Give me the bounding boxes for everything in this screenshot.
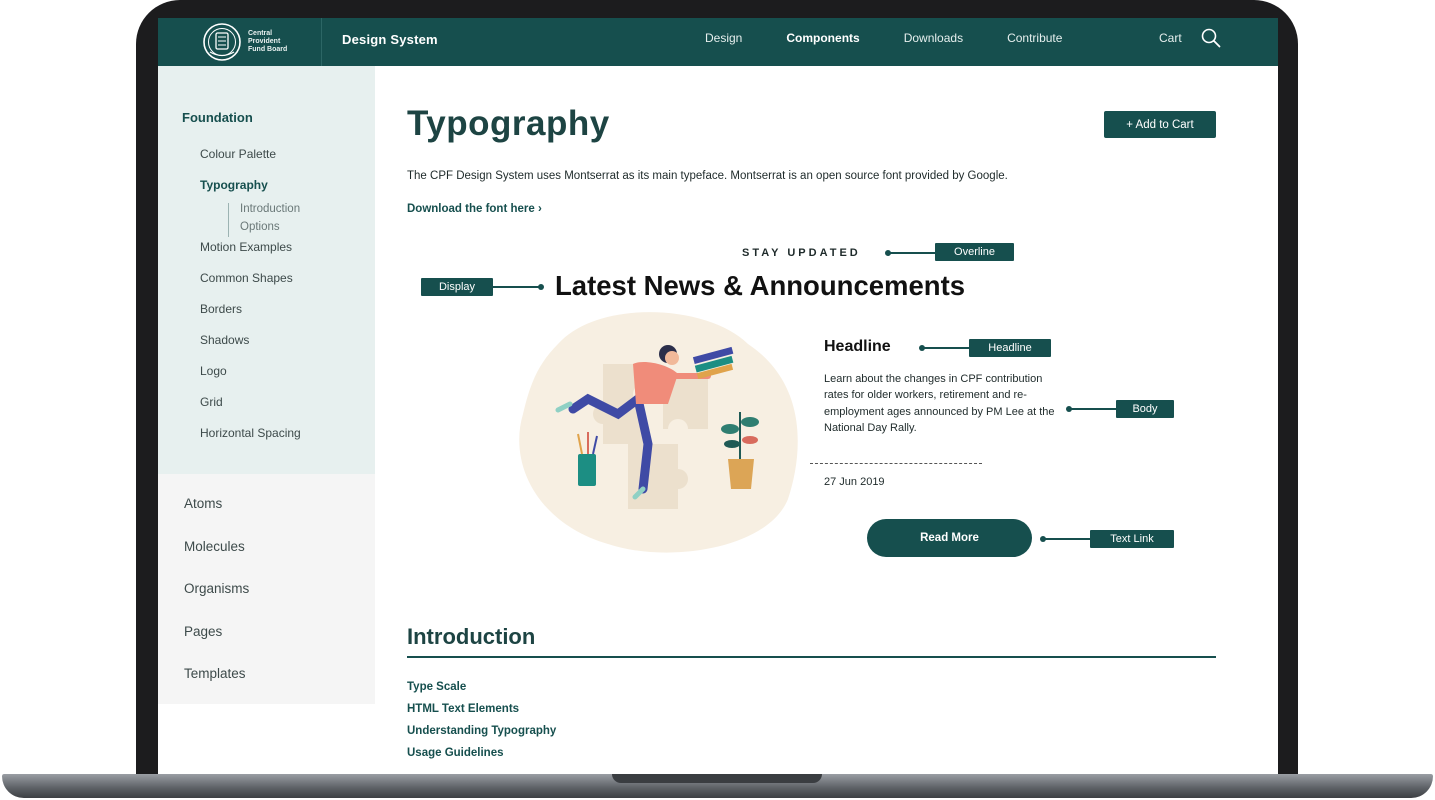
sidebar-item-common-shapes[interactable]: Common Shapes bbox=[200, 270, 301, 301]
site-title[interactable]: Design System bbox=[342, 32, 438, 47]
subitem-guide-line bbox=[228, 203, 229, 237]
sidebar-heading-foundation[interactable]: Foundation bbox=[182, 110, 253, 125]
annotation-line bbox=[1043, 538, 1091, 540]
nav-divider bbox=[321, 18, 322, 66]
logo-text-line: Fund Board bbox=[248, 46, 288, 53]
tag-display: Display bbox=[421, 278, 493, 296]
page-title: Typography bbox=[407, 104, 610, 143]
demo-overline: STAY UPDATED bbox=[742, 247, 861, 259]
screen: Central Provident Fund Board Design Syst… bbox=[158, 18, 1278, 774]
sidebar-item-motion-examples[interactable]: Motion Examples bbox=[200, 239, 301, 270]
tag-overline: Overline bbox=[935, 243, 1014, 261]
sidebar-item-shadows[interactable]: Shadows bbox=[200, 332, 301, 363]
sidebar-subitem-options[interactable]: Options bbox=[240, 218, 301, 236]
logo-text-line: Central bbox=[248, 30, 273, 37]
sidebar-categories: Atoms Molecules Organisms Pages Template… bbox=[158, 474, 375, 704]
sidebar-item-logo[interactable]: Logo bbox=[200, 363, 301, 394]
toc-link-type-scale[interactable]: Type Scale bbox=[407, 680, 556, 702]
annotation-line bbox=[922, 347, 970, 349]
nav-link-contribute[interactable]: Contribute bbox=[1007, 31, 1062, 45]
demo-body-text: Learn about the changes in CPF contribut… bbox=[824, 373, 1055, 435]
table-of-contents: Type Scale HTML Text Elements Understand… bbox=[407, 680, 556, 768]
toc-link-understanding-typography[interactable]: Understanding Typography bbox=[407, 724, 556, 746]
news-illustration bbox=[519, 312, 798, 553]
add-to-cart-button[interactable]: + Add to Cart bbox=[1104, 111, 1216, 138]
sidebar-category-molecules[interactable]: Molecules bbox=[184, 537, 249, 580]
annotation-dot bbox=[538, 284, 544, 290]
nav-link-components[interactable]: Components bbox=[786, 31, 859, 45]
nav-link-cart[interactable]: Cart bbox=[1159, 31, 1182, 45]
demo-headline: Headline bbox=[824, 338, 891, 355]
sidebar-subitems: Introduction Options bbox=[200, 200, 301, 242]
annotation-line bbox=[1069, 408, 1117, 410]
sidebar-items: Colour Palette Typography Introduction O… bbox=[200, 146, 301, 456]
top-navigation: Central Provident Fund Board Design Syst… bbox=[158, 18, 1278, 66]
sidebar-category-atoms[interactable]: Atoms bbox=[184, 494, 249, 537]
section-title-introduction: Introduction bbox=[407, 624, 536, 649]
laptop-notch bbox=[612, 774, 822, 783]
logo-text-line: Provident bbox=[248, 38, 281, 45]
sidebar-item-borders[interactable]: Borders bbox=[200, 301, 301, 332]
logo[interactable]: Central Provident Fund Board bbox=[202, 22, 308, 62]
tag-headline: Headline bbox=[969, 339, 1051, 357]
sidebar-item-grid[interactable]: Grid bbox=[200, 394, 301, 425]
download-font-link[interactable]: Download the font here › bbox=[407, 203, 542, 215]
search-icon[interactable] bbox=[1200, 27, 1222, 49]
cpf-seal-logo-icon bbox=[203, 23, 241, 61]
nav-link-design[interactable]: Design bbox=[705, 31, 742, 45]
sidebar-foundation: Foundation Colour Palette Typography Int… bbox=[158, 66, 375, 474]
demo-date: 27 Jun 2019 bbox=[824, 476, 885, 488]
tag-body: Body bbox=[1116, 400, 1174, 418]
nav-link-downloads[interactable]: Downloads bbox=[904, 31, 963, 45]
tag-text-link: Text Link bbox=[1090, 530, 1174, 548]
demo-display: Latest News & Announcements bbox=[555, 270, 966, 301]
toc-link-usage-guidelines[interactable]: Usage Guidelines bbox=[407, 746, 556, 768]
dotted-divider bbox=[810, 463, 982, 464]
intro-text: The CPF Design System uses Montserrat as… bbox=[407, 170, 1008, 182]
annotation-line bbox=[493, 286, 541, 288]
sidebar-subitem-introduction[interactable]: Introduction bbox=[240, 200, 301, 218]
sidebar-item-colour-palette[interactable]: Colour Palette bbox=[200, 146, 301, 177]
logo-text: Central Provident Fund Board bbox=[248, 30, 308, 54]
sidebar-category-pages[interactable]: Pages bbox=[184, 622, 249, 665]
sidebar-category-templates[interactable]: Templates bbox=[184, 664, 249, 707]
toc-link-html-text-elements[interactable]: HTML Text Elements bbox=[407, 702, 556, 724]
section-divider bbox=[407, 656, 1216, 658]
sidebar-item-horizontal-spacing[interactable]: Horizontal Spacing bbox=[200, 425, 301, 456]
nav-links: Design Components Downloads Contribute bbox=[705, 31, 1106, 45]
annotation-line bbox=[888, 252, 936, 254]
read-more-button[interactable]: Read More bbox=[867, 519, 1032, 557]
sidebar-category-organisms[interactable]: Organisms bbox=[184, 579, 249, 622]
